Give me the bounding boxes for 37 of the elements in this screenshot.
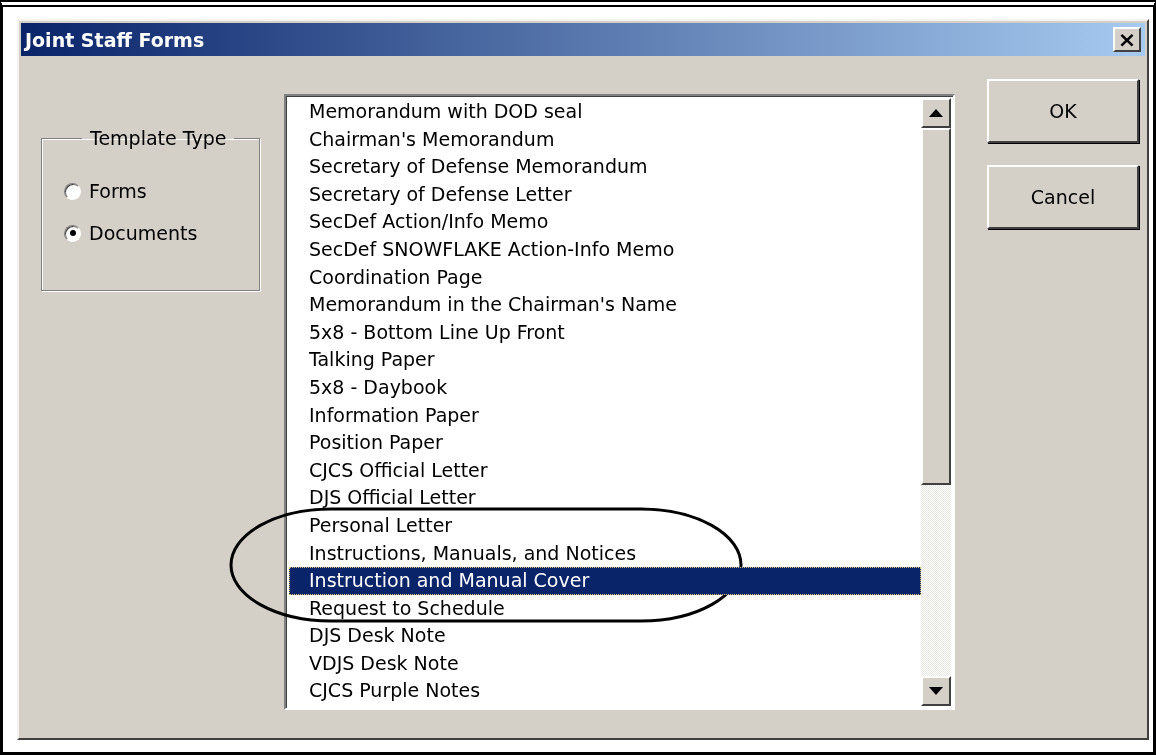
list-item[interactable]: CJCS Official Letter (289, 456, 488, 485)
list-item[interactable]: 5x8 - Bottom Line Up Front (289, 318, 565, 347)
radio-label[interactable]: Forms (89, 180, 147, 202)
list-item[interactable]: SecDef SNOWFLAKE Action-Info Memo (289, 235, 675, 264)
list-item[interactable]: Talking Paper (289, 346, 435, 374)
list-item[interactable]: 5x8 - Daybook (289, 373, 448, 402)
radio-label[interactable]: Documents (89, 222, 198, 244)
group-label: Template Type (89, 127, 228, 149)
list-item[interactable]: Secretary of Defense Memorandum (289, 153, 648, 181)
close-button[interactable]: × (1113, 27, 1141, 52)
scroll-down-button[interactable] (921, 676, 951, 706)
cancel-button[interactable]: Cancel (987, 165, 1139, 229)
list-item[interactable]: Coordination Page (289, 263, 483, 292)
down-triangle-icon (929, 687, 943, 695)
list-item[interactable]: DJS Official Letter (289, 484, 476, 512)
list-item[interactable]: Request to Schedule (289, 594, 505, 623)
list-item[interactable]: Personal Letter (289, 511, 453, 540)
list-item[interactable]: Instructions, Manuals, and Notices (289, 539, 637, 568)
list-item[interactable]: Position Paper (289, 429, 443, 457)
list-item[interactable]: VDJS Desk Note (289, 649, 459, 678)
scrollbar[interactable] (921, 98, 951, 706)
radio-button[interactable] (64, 182, 81, 200)
list-item[interactable]: Instruction and Manual Cover (289, 567, 921, 595)
list-item[interactable]: SecDef Action/Info Memo (289, 208, 549, 236)
list-item[interactable]: CJCS Purple Notes (289, 677, 481, 706)
window-title: Joint Staff Forms (25, 28, 205, 51)
scroll-up-button[interactable] (921, 98, 951, 128)
list-item[interactable]: DJS Desk Note (289, 622, 446, 650)
list-item[interactable]: Chairman's Memorandum (289, 125, 555, 154)
list-item[interactable]: Secretary of Defense Letter (289, 180, 572, 209)
radio-button[interactable] (64, 224, 81, 242)
up-triangle-icon (929, 109, 943, 117)
list-item[interactable]: Memorandum with DOD seal (289, 98, 583, 126)
list-item[interactable]: Memorandum in the Chairman's Name (289, 291, 678, 319)
scroll-thumb[interactable] (921, 128, 951, 485)
list-item[interactable]: Information Paper (289, 401, 479, 430)
ok-button[interactable]: OK (987, 79, 1139, 143)
